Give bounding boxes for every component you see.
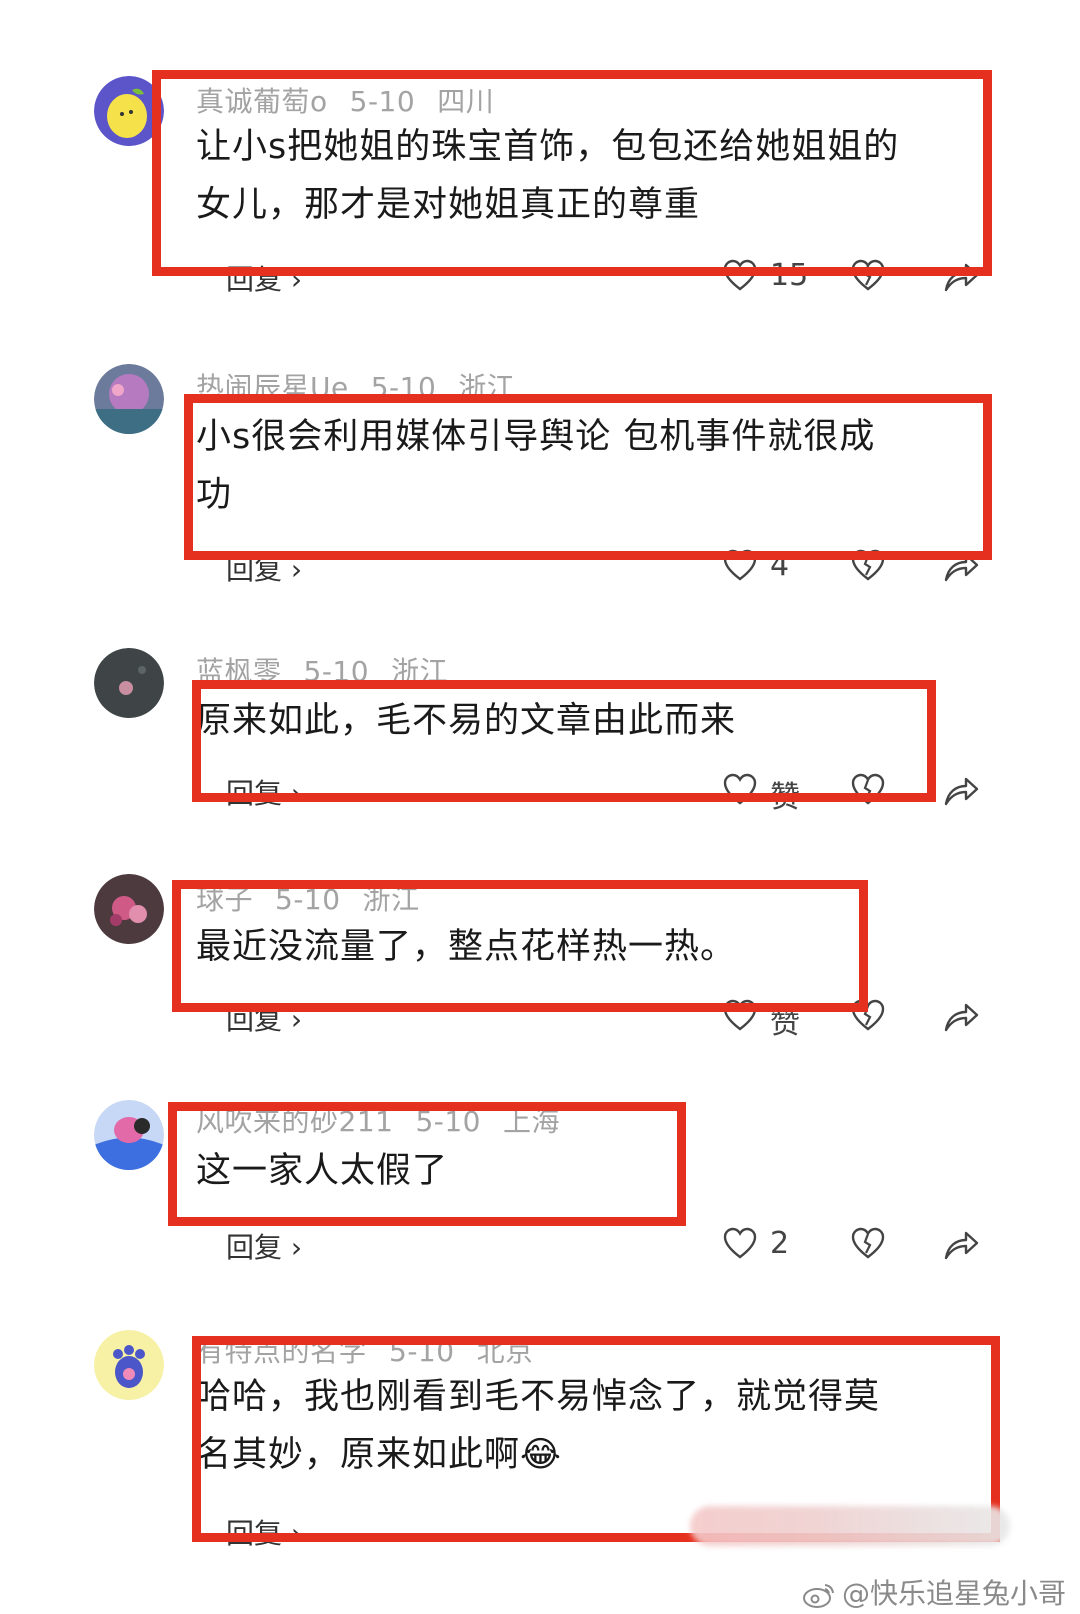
username[interactable]: 热闹辰星Ue: [196, 371, 349, 404]
avatar[interactable]: [94, 648, 164, 718]
comment-line: 原来如此，毛不易的文章由此而来: [196, 701, 737, 741]
comment-meta: 热闹辰星Ue 5-10 浙江: [196, 366, 537, 406]
comment-actions: 回复 › 15: [0, 258, 1080, 298]
broken-heart-icon[interactable]: [850, 772, 886, 808]
reply-button[interactable]: 回复 ›: [226, 998, 302, 1038]
like-count: 4: [770, 548, 790, 583]
comment-location: 浙江: [391, 655, 449, 688]
comment-line: 功: [196, 475, 233, 515]
reply-button[interactable]: 回复 ›: [226, 548, 302, 588]
like-count: 15: [770, 258, 809, 293]
comment-date: 5-10: [370, 371, 437, 404]
avatar[interactable]: [94, 76, 164, 146]
share-arrow-icon[interactable]: [942, 258, 980, 294]
comment-text: 最近没流量了，整点花样热一热。: [196, 918, 736, 976]
avatar[interactable]: [94, 364, 164, 434]
comment-text: 哈哈，我也刚看到毛不易悼念了，就觉得莫 名其妙，原来如此啊😂: [196, 1368, 880, 1484]
username[interactable]: 球子: [196, 883, 253, 916]
username[interactable]: 蓝枫零: [196, 655, 282, 688]
comment-line: 让小s把她姐的珠宝首饰，包包还给她姐姐的: [196, 127, 900, 167]
heart-outline-icon[interactable]: [722, 998, 758, 1034]
comment-line: 最近没流量了，整点花样热一热。: [196, 927, 737, 967]
comment-line: 小s很会利用媒体引导舆论 包机事件就很成: [196, 417, 876, 457]
comment-meta: 球子 5-10 浙江: [196, 878, 442, 918]
broken-heart-icon[interactable]: [850, 998, 886, 1034]
comment-actions: 回复 › 2: [0, 1226, 1080, 1266]
heart-outline-icon[interactable]: [722, 772, 758, 808]
comment-date: 5-10: [415, 1105, 481, 1138]
avatar[interactable]: [94, 874, 164, 944]
username[interactable]: 有特点的名字: [196, 1335, 367, 1368]
comment-actions: 回复 › 赞: [0, 772, 1080, 815]
share-arrow-icon[interactable]: [942, 998, 980, 1034]
comment-meta: 蓝枫零 5-10 浙江: [196, 650, 470, 690]
comment-actions: 回复 › 赞: [0, 998, 1080, 1041]
comment-text: 原来如此，毛不易的文章由此而来: [196, 692, 736, 750]
reply-button[interactable]: 回复 ›: [226, 1512, 302, 1552]
comment-actions: 回复 › 4: [0, 548, 1080, 588]
comment-line: 这一家人太假了: [196, 1151, 449, 1191]
comment-date: 5-10: [303, 655, 370, 688]
watermark-text: @快乐追星兔小哥: [841, 1577, 1066, 1610]
comment-line: 哈哈，我也刚看到毛不易悼念了，就觉得莫: [196, 1377, 881, 1417]
comment-location: 北京: [476, 1335, 534, 1368]
avatar[interactable]: [94, 1330, 164, 1400]
like-count: 赞: [770, 780, 800, 815]
comment-meta: 有特点的名字 5-10 北京: [196, 1330, 556, 1370]
comment-text: 让小s把她姐的珠宝首饰，包包还给她姐姐的 女儿，那才是对她姐真正的尊重: [196, 118, 899, 234]
watermark: @快乐追星兔小哥: [802, 1572, 1066, 1612]
comment-text: 小s很会利用媒体引导舆论 包机事件就很成 功: [196, 408, 875, 524]
broken-heart-icon[interactable]: [850, 258, 886, 294]
broken-heart-icon[interactable]: [850, 548, 886, 584]
username[interactable]: 风吹来的砂211: [196, 1105, 393, 1138]
heart-outline-icon[interactable]: [722, 1226, 758, 1262]
share-arrow-icon[interactable]: [942, 1226, 980, 1262]
comment-location: 浙江: [362, 883, 420, 916]
comment-text: 这一家人太假了: [196, 1142, 448, 1200]
reply-button[interactable]: 回复 ›: [226, 772, 302, 812]
blurred-area: [690, 1506, 1010, 1546]
share-arrow-icon[interactable]: [942, 548, 980, 584]
share-arrow-icon[interactable]: [942, 772, 980, 808]
like-count: 赞: [770, 1006, 800, 1041]
broken-heart-icon[interactable]: [850, 1226, 886, 1262]
comment-line: 女儿，那才是对她姐真正的尊重: [196, 185, 701, 225]
weibo-logo-icon: [802, 1584, 834, 1608]
comment-location: 上海: [503, 1105, 561, 1138]
comment-date: 5-10: [275, 883, 341, 916]
comment-date: 5-10: [389, 1335, 455, 1368]
heart-outline-icon[interactable]: [722, 258, 758, 294]
comment-meta: 真诚葡萄o 5-10 四川: [196, 80, 516, 120]
username[interactable]: 真诚葡萄o: [196, 85, 328, 118]
comment-location: 浙江: [458, 371, 516, 404]
comment-meta: 风吹来的砂211 5-10 上海: [196, 1100, 582, 1140]
comment-location: 四川: [437, 85, 495, 118]
reply-button[interactable]: 回复 ›: [226, 258, 302, 298]
like-count: 2: [770, 1226, 790, 1261]
avatar[interactable]: [94, 1100, 164, 1170]
comment-line: 名其妙，原来如此啊😂: [196, 1435, 562, 1475]
heart-outline-icon[interactable]: [722, 548, 758, 584]
reply-button[interactable]: 回复 ›: [226, 1226, 302, 1266]
comment-date: 5-10: [349, 85, 416, 118]
